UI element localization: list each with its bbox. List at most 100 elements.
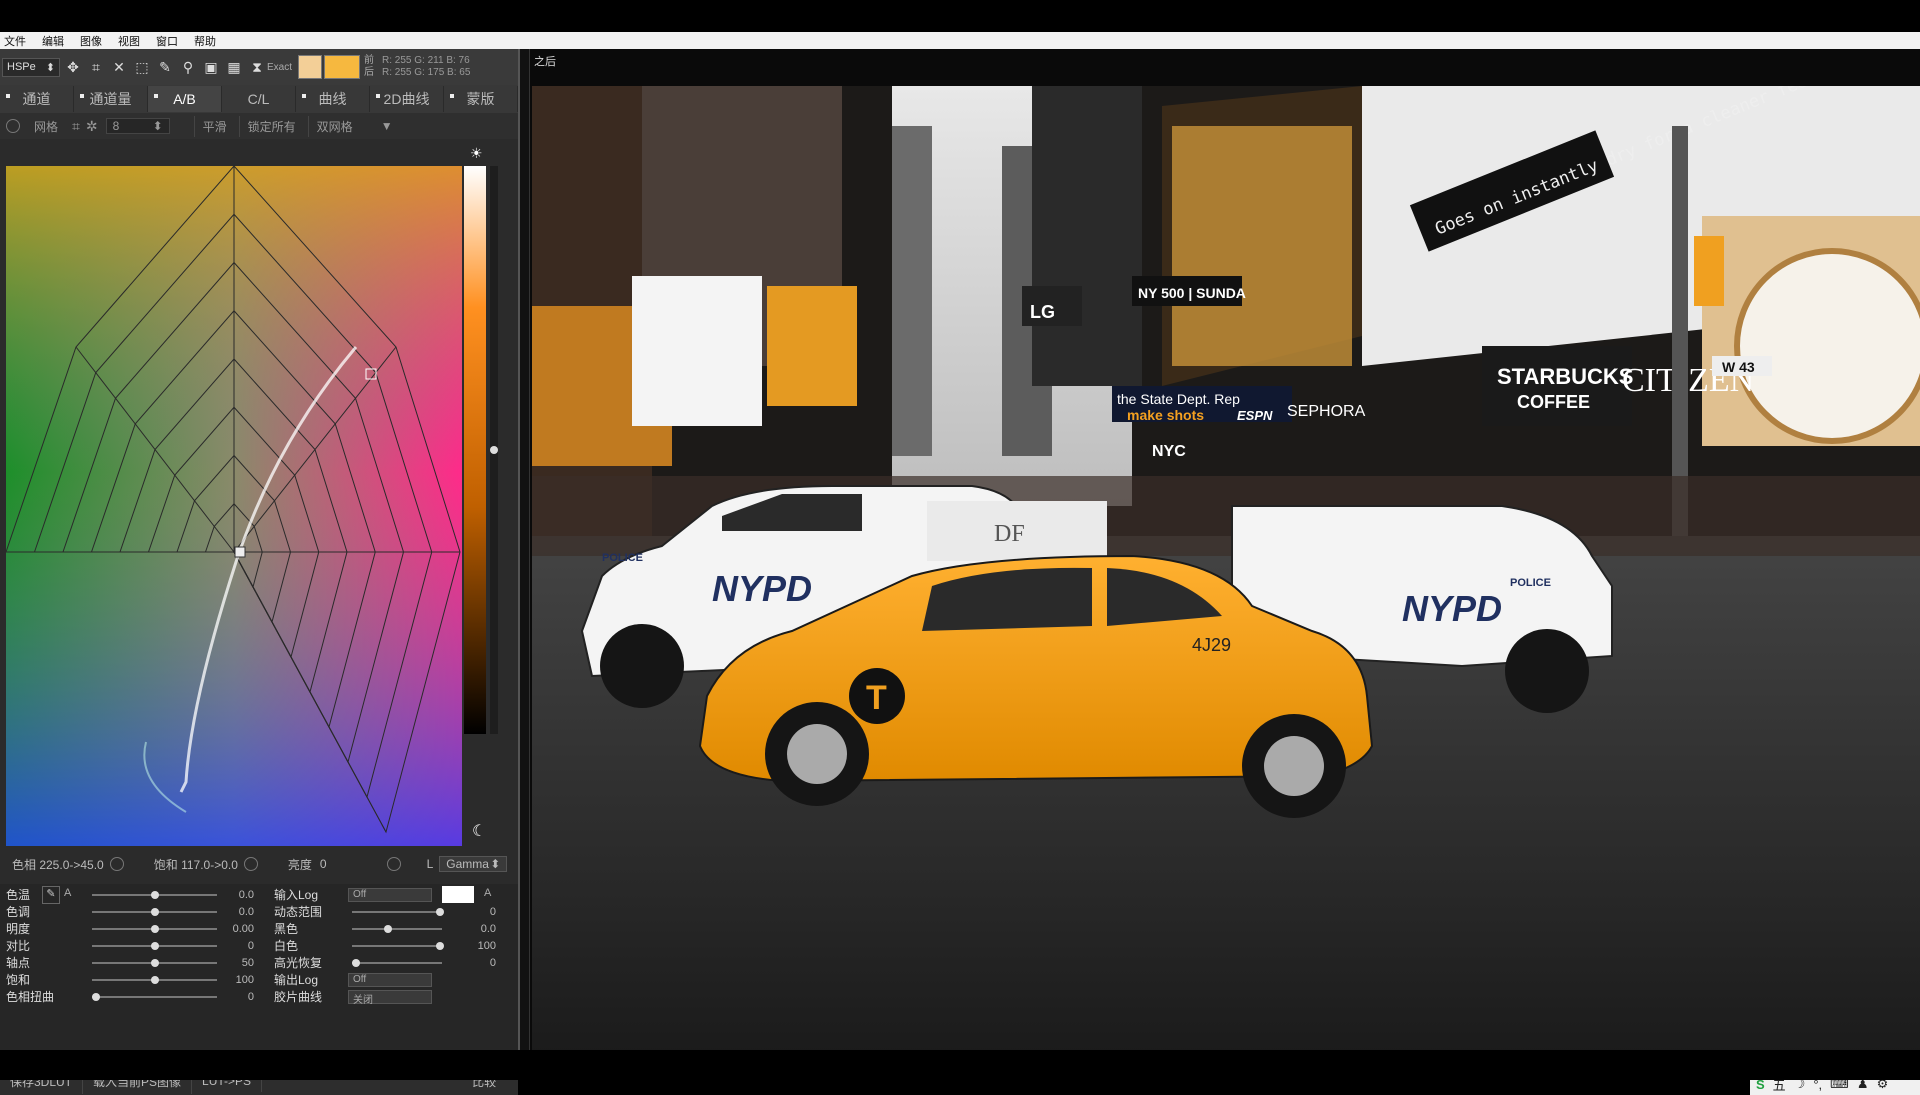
window-top-strip xyxy=(0,0,1920,32)
preview-title: 之后 xyxy=(534,56,556,68)
tab-cl[interactable]: C/L xyxy=(222,86,296,112)
gamma-select[interactable]: Gamma ⬍ xyxy=(439,856,508,872)
param-slider-knob[interactable] xyxy=(150,908,159,916)
param-dropdown[interactable]: Off xyxy=(348,887,432,902)
menu-file[interactable]: 文件 xyxy=(4,33,26,49)
double-grid-button[interactable]: 双网格 xyxy=(307,115,361,137)
param-slider-knob[interactable] xyxy=(92,993,100,1001)
lightness-gradient xyxy=(464,166,486,734)
smooth-button[interactable]: 平滑 xyxy=(193,115,235,137)
ab-color-plane[interactable] xyxy=(6,142,462,846)
exact-label[interactable]: Exact xyxy=(267,62,292,73)
saturation-reset-icon[interactable] xyxy=(243,857,258,871)
param-slider-knob[interactable] xyxy=(352,959,360,967)
mode-select[interactable]: HSPe ⬍ xyxy=(2,57,60,77)
zoom-icon[interactable]: ⚲ xyxy=(178,57,198,77)
traffic-light xyxy=(1694,236,1724,306)
police-right-wheel xyxy=(1505,629,1589,713)
tab-label: A/B xyxy=(173,91,196,107)
gamma-select-value: Gamma xyxy=(446,857,489,871)
auto-a-right-button[interactable]: A xyxy=(484,887,491,899)
lock-all-button[interactable]: 锁定所有 xyxy=(238,115,304,137)
select-rect-icon[interactable]: ⬚ xyxy=(132,57,152,77)
radial-grid-icon[interactable]: ✲ xyxy=(86,118,98,135)
tab-2d-curves[interactable]: 2D曲线 xyxy=(370,86,444,112)
param-value: 0.0 xyxy=(238,888,254,901)
param-label: 白色 xyxy=(274,939,299,953)
param-dropdown[interactable]: Off xyxy=(348,972,432,987)
param-value: 0 xyxy=(489,956,496,969)
param-row: 胶片曲线 关闭 xyxy=(268,988,504,1006)
menu-image[interactable]: 图像 xyxy=(80,33,102,49)
menu-view[interactable]: 视图 xyxy=(118,33,140,49)
menu-window[interactable]: 窗口 xyxy=(156,33,178,49)
front-label: 前 xyxy=(364,55,375,66)
param-slider-knob[interactable] xyxy=(150,925,159,933)
param-label: 输入Log xyxy=(274,888,319,902)
billboard-orange xyxy=(767,286,857,406)
tab-curves[interactable]: 曲线 xyxy=(296,86,370,112)
taxi-logo-text: T xyxy=(866,679,887,717)
param-slider[interactable] xyxy=(92,908,217,916)
param-slider[interactable] xyxy=(92,925,217,933)
param-value: 100 xyxy=(477,939,496,952)
white-point-swatch[interactable] xyxy=(442,886,474,903)
param-slider-knob[interactable] xyxy=(436,942,444,950)
grid-density-stepper[interactable]: 8 ⬍ xyxy=(105,118,170,134)
param-slider-knob[interactable] xyxy=(150,976,159,984)
tab-channel[interactable]: 通道 xyxy=(0,86,74,112)
param-slider[interactable] xyxy=(352,908,444,916)
table-icon[interactable]: ▦ xyxy=(224,57,244,77)
param-slider[interactable] xyxy=(352,925,442,933)
param-slider[interactable] xyxy=(92,959,217,967)
param-slider[interactable] xyxy=(92,976,217,984)
param-label: 对比 xyxy=(6,939,31,953)
param-row: 高光恢复 0 xyxy=(268,954,504,971)
param-slider-knob[interactable] xyxy=(150,959,159,967)
param-label: 输出Log xyxy=(274,973,319,987)
dropdown-triangle-icon[interactable]: ▼ xyxy=(381,119,393,133)
tab-ab[interactable]: A/B xyxy=(148,86,222,112)
back-color-swatch[interactable] xyxy=(324,55,361,79)
sun-icon[interactable]: ☀ xyxy=(470,145,483,162)
move-icon[interactable]: ✥ xyxy=(63,57,83,77)
menu-edit[interactable]: 编辑 xyxy=(42,33,64,49)
grid-icon[interactable]: ⌗ xyxy=(72,118,80,135)
menu-help[interactable]: 帮助 xyxy=(194,33,216,49)
watch-face xyxy=(1734,248,1920,444)
param-slider[interactable] xyxy=(92,942,217,950)
eyedropper-icon[interactable]: ✎ xyxy=(155,57,175,77)
param-slider[interactable] xyxy=(352,959,442,967)
lightness-slider-track[interactable] xyxy=(490,166,498,734)
grid-move-icon[interactable]: ⌗ xyxy=(86,57,106,77)
panel-splitter[interactable] xyxy=(518,49,530,1050)
tab-label: 蒙版 xyxy=(466,91,495,107)
hourglass-icon[interactable]: ⧗ xyxy=(247,57,267,77)
param-slider[interactable] xyxy=(92,891,217,899)
param-slider[interactable] xyxy=(92,993,217,1001)
param-value: 50 xyxy=(241,956,254,969)
param-value: 0.00 xyxy=(232,922,254,935)
param-slider-knob[interactable] xyxy=(383,925,392,933)
lightness-slider-knob[interactable] xyxy=(490,446,498,454)
param-slider-knob[interactable] xyxy=(150,891,159,899)
reset-icon[interactable] xyxy=(6,119,20,133)
front-color-swatch[interactable] xyxy=(298,55,323,79)
warp-icon[interactable]: ✕ xyxy=(109,57,129,77)
center-node[interactable] xyxy=(234,546,246,558)
frame-icon[interactable]: ▣ xyxy=(201,57,221,77)
preview-photo[interactable]: Goes on instantly dry for a cleaner feel… xyxy=(532,86,1920,1066)
tab-mask[interactable]: 蒙版 xyxy=(444,86,518,112)
param-slider[interactable] xyxy=(352,942,444,950)
hue-reset-icon[interactable] xyxy=(109,857,124,871)
chevron-updown-icon: ⬍ xyxy=(152,119,163,133)
param-dropdown[interactable]: 关闭 xyxy=(348,989,432,1006)
param-slider-knob[interactable] xyxy=(436,908,444,916)
lightness-bar[interactable] xyxy=(464,166,486,734)
brightness-reset-icon[interactable] xyxy=(386,857,401,871)
tab-label: 曲线 xyxy=(318,91,347,107)
param-slider-knob[interactable] xyxy=(150,942,159,950)
tab-channel-amount[interactable]: 通道量 xyxy=(74,86,148,112)
saturation-readout: 饱和 117.0->0.0 xyxy=(153,857,238,872)
moon-icon[interactable]: ☾ xyxy=(472,821,486,841)
